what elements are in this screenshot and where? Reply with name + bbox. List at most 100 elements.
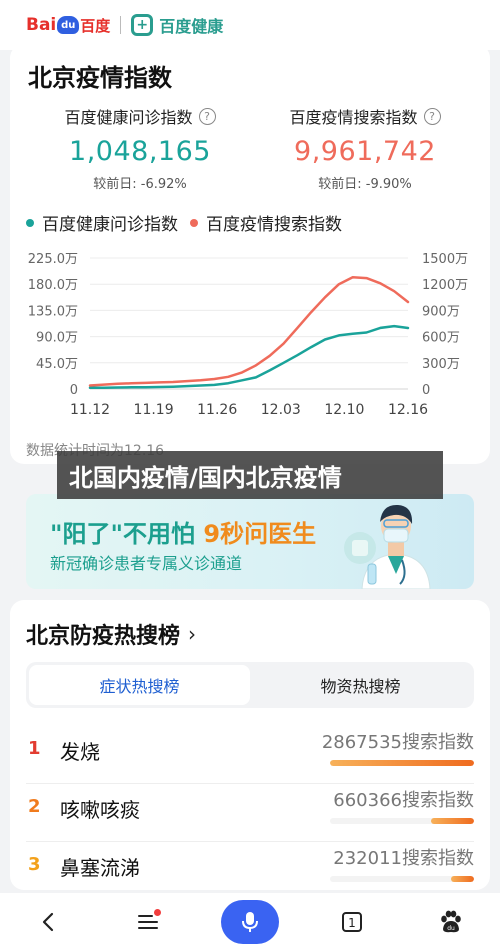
banner-title-part1: "阳了"不用怕 [50, 520, 204, 548]
voice-search-button[interactable] [220, 900, 279, 944]
logo-cn-text: 百度 [80, 16, 111, 35]
right-axis-tick-label: 600万 [422, 331, 460, 346]
rank-number: 2 [28, 796, 41, 817]
x-axis-tick-label: 12.16 [388, 402, 428, 418]
left-axis-tick-label: 135.0万 [28, 304, 78, 319]
left-axis-tick-label: 0 [70, 383, 78, 398]
list-item[interactable]: 3 鼻塞流涕 232011搜索指数 [26, 842, 474, 900]
stat-value: 1,048,165 [69, 136, 211, 167]
back-button[interactable] [24, 897, 74, 947]
consult-doctor-banner[interactable]: "阳了"不用怕 9秒问医生 新冠确诊患者专属义诊通道 [26, 494, 474, 589]
list-item[interactable]: 1 发烧 2867535搜索指数 [26, 726, 474, 784]
trend-line-chart: 225.0万 1500万 180.0万 1200万 135.0万 900万 90.0万 600… [28, 252, 468, 418]
x-axis-tick-label: 11.19 [134, 402, 174, 418]
legend-dot [26, 218, 34, 227]
left-axis-tick-label: 90.0万 [36, 331, 78, 346]
left-axis-tick-label: 180.0万 [28, 278, 78, 293]
help-icon[interactable]: ? [423, 107, 441, 125]
tabs-icon: 1 [342, 912, 363, 932]
stat-change-label: 较前日: [93, 177, 137, 192]
chevron-right-icon: › [188, 622, 197, 646]
legend-item-consult: 百度健康问诊指数 [26, 210, 178, 235]
stat-label: 百度疫情搜索指数 [289, 108, 418, 127]
right-axis-tick-label: 300万 [422, 357, 460, 372]
tab-symptoms[interactable]: 症状热搜榜 [29, 665, 250, 705]
index-bar-fill [450, 876, 474, 882]
x-axis-tick-label: 12.10 [324, 402, 364, 418]
right-axis-tick-label: 900万 [422, 304, 460, 319]
search-index: 2867535搜索指数 [321, 732, 474, 753]
doctor-illustration [344, 504, 431, 589]
epidemic-index-card: 北京疫情指数 百度健康问诊指数 ? 1,048,165 较前日: -6.92% … [10, 44, 490, 464]
banner-title-part2: 9秒问医生 [203, 520, 317, 548]
health-cross-icon: + [131, 14, 154, 36]
search-index: 660366搜索指数 [333, 790, 474, 811]
stat-label-wrap: 百度健康问诊指数 ? [30, 104, 250, 128]
tabs-button[interactable]: 1 [327, 897, 377, 947]
hot-search-title-text: 北京防疫热搜榜 [26, 624, 181, 649]
title-overlay: 北国内疫情/国内北京疫情 [57, 451, 443, 499]
stat-change-label: 较前日: [318, 177, 362, 192]
stat-label: 百度健康问诊指数 [64, 108, 193, 127]
baidu-paw-icon: du [440, 910, 461, 933]
stat-change-value: -9.90% [365, 177, 412, 192]
stat-change-value: -6.92% [140, 177, 187, 192]
banner-title: "阳了"不用怕 9秒问医生 [50, 514, 316, 549]
consult-index-stat: 百度健康问诊指数 ? 1,048,165 较前日: -6.92% [30, 104, 250, 192]
right-axis-tick-label: 1500万 [422, 252, 468, 267]
baidu-health-logo[interactable]: + 百度健康 [131, 13, 223, 37]
x-axis-tick-label: 11.12 [70, 402, 110, 418]
legend-dot [190, 218, 198, 227]
menu-button[interactable] [123, 897, 173, 947]
logo-du-badge: du [57, 16, 80, 34]
index-bar-track [330, 876, 474, 882]
bottom-navigation: 1 du [0, 893, 500, 951]
legend-label: 百度疫情搜索指数 [206, 215, 342, 235]
series-line [88, 324, 410, 390]
notification-dot [153, 909, 161, 916]
index-bar-fill [330, 760, 474, 766]
svg-text:du: du [447, 925, 455, 932]
index-bar-track [330, 818, 474, 824]
health-logo-text: 百度健康 [159, 17, 224, 36]
baidu-home-button[interactable]: du [426, 897, 476, 947]
back-icon [43, 912, 54, 932]
series-line [88, 275, 410, 387]
search-term: 鼻塞流涕 [60, 856, 140, 880]
logo-divider [120, 16, 122, 34]
microphone-icon [241, 912, 258, 932]
chart-legend: 百度健康问诊指数 百度疫情搜索指数 [26, 210, 354, 235]
search-term: 咳嗽咳痰 [60, 798, 140, 822]
card-title: 北京疫情指数 [28, 64, 172, 92]
rank-number: 1 [28, 738, 41, 759]
left-axis-tick-label: 225.0万 [28, 252, 78, 267]
logo-bai-text: Bai [26, 15, 57, 35]
index-bar-track [330, 760, 474, 766]
stat-label-wrap: 百度疫情搜索指数 ? [255, 104, 475, 128]
search-index: 232011搜索指数 [333, 848, 474, 869]
rank-number: 3 [28, 854, 41, 875]
hot-search-card: 北京防疫热搜榜 › 症状热搜榜 物资热搜榜 1 发烧 2867535搜索指数 2… [10, 600, 490, 890]
help-icon[interactable]: ? [198, 107, 216, 125]
hot-search-title[interactable]: 北京防疫热搜榜 › [26, 618, 196, 650]
search-term: 发烧 [60, 740, 100, 764]
list-item[interactable]: 2 咳嗽咳痰 660366搜索指数 [26, 784, 474, 842]
stat-value: 9,961,742 [294, 136, 436, 167]
x-axis-tick-label: 11.26 [197, 402, 237, 418]
baidu-logo[interactable]: Bai du 百度 [26, 15, 110, 36]
index-bar-fill [430, 818, 474, 824]
legend-item-search: 百度疫情搜索指数 [190, 210, 342, 235]
right-axis-tick-label: 0 [422, 383, 430, 398]
tab-supplies[interactable]: 物资热搜榜 [250, 665, 471, 705]
x-axis-tick-label: 12.03 [261, 402, 301, 418]
stat-change: 较前日: -9.90% [255, 173, 475, 192]
banner-subtitle: 新冠确诊患者专属义诊通道 [50, 554, 243, 573]
stat-change: 较前日: -6.92% [30, 173, 250, 192]
left-axis-tick-label: 45.0万 [36, 357, 78, 372]
search-index-stat: 百度疫情搜索指数 ? 9,961,742 较前日: -9.90% [255, 104, 475, 192]
legend-label: 百度健康问诊指数 [42, 215, 178, 235]
top-bar: Bai du 百度 + 百度健康 [0, 0, 500, 50]
hot-search-tabs: 症状热搜榜 物资热搜榜 [26, 662, 474, 708]
right-axis-tick-label: 1200万 [422, 278, 468, 293]
tab-count: 1 [349, 916, 357, 930]
